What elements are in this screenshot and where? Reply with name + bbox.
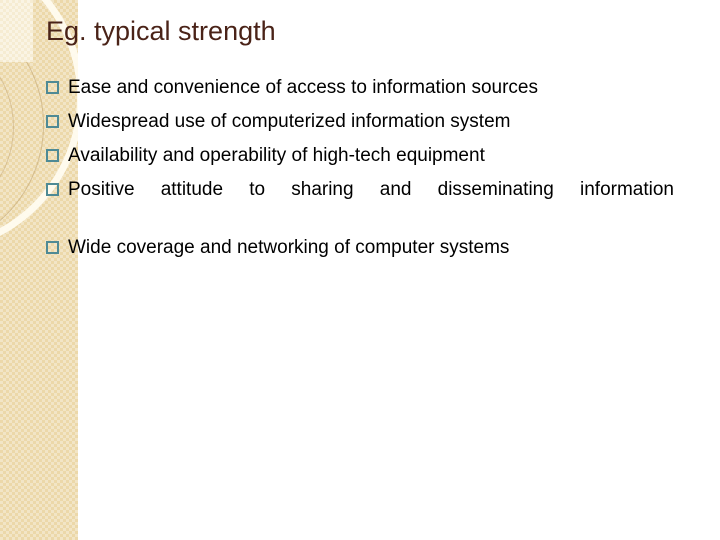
decorative-corner-block	[0, 0, 33, 62]
hollow-square-bullet-icon	[46, 115, 59, 128]
bullet-list: Ease and convenience of access to inform…	[46, 76, 674, 260]
list-item-label: Ease and convenience of access to inform…	[68, 77, 538, 98]
list-item: Widespread use of computerized informati…	[46, 110, 674, 134]
hollow-square-bullet-icon	[46, 81, 59, 94]
hollow-square-bullet-icon	[46, 183, 59, 196]
hollow-square-bullet-icon	[46, 241, 59, 254]
list-item: Availability and operability of high-tec…	[46, 144, 674, 168]
hollow-square-bullet-icon	[46, 149, 59, 162]
slide-title: Eg. typical strength	[46, 16, 276, 46]
list-item-label: Availability and operability of high-tec…	[68, 145, 485, 166]
list-item-label: Wide coverage and networking of computer…	[68, 237, 510, 258]
presentation-slide: Eg. typical strength Ease and convenienc…	[0, 0, 720, 540]
list-item-label: Positive attitude to sharing and dissemi…	[68, 179, 674, 200]
list-item-label: Widespread use of computerized informati…	[68, 111, 511, 132]
list-item: Wide coverage and networking of computer…	[46, 236, 674, 260]
list-item: Positive attitude to sharing and dissemi…	[46, 178, 674, 226]
list-item: Ease and convenience of access to inform…	[46, 76, 674, 100]
